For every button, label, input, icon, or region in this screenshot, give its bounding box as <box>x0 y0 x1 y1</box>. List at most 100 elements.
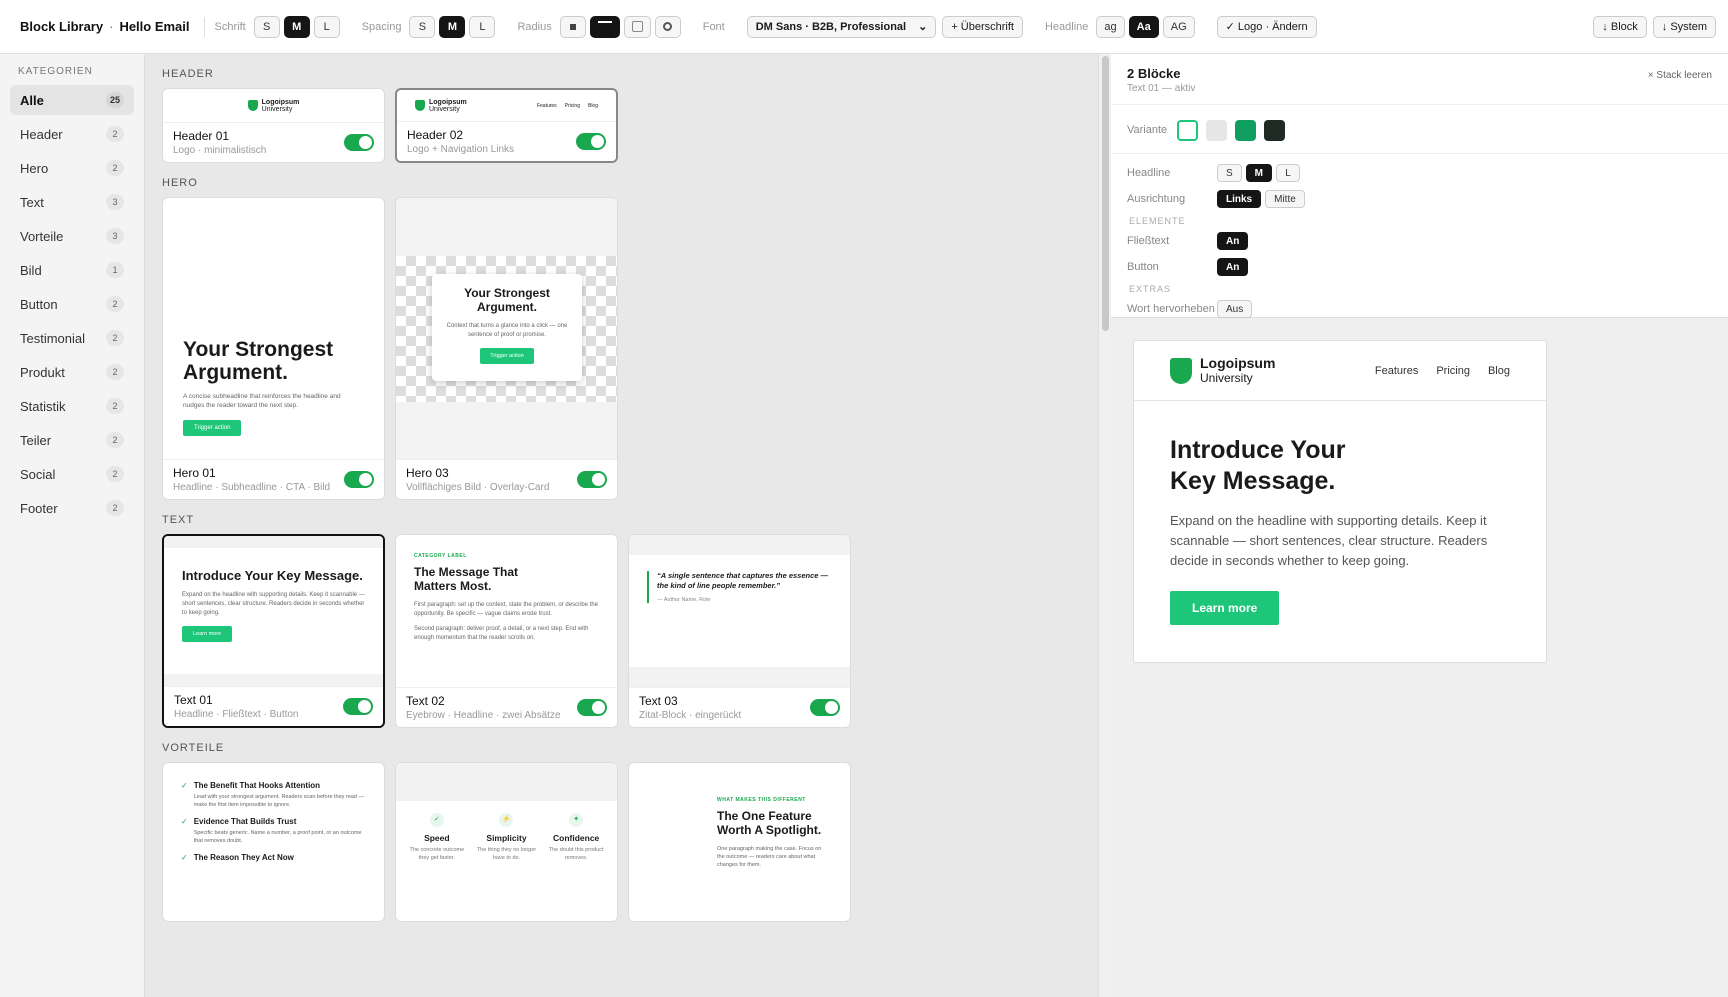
card-toggle[interactable] <box>343 698 373 715</box>
align-left-button[interactable]: Links <box>1217 190 1262 208</box>
font-select[interactable]: DM Sans · B2B, Professional ⌄ <box>746 15 937 38</box>
sparkle-icon: ✦ <box>569 813 584 827</box>
logo-change-button[interactable]: ✓ Logo · Ändern <box>1216 15 1317 38</box>
headline-m-button[interactable]: M <box>1245 164 1273 182</box>
active-block-label: Text 01 — aktiv <box>1127 83 1196 94</box>
card-toggle[interactable] <box>344 134 374 151</box>
variant-dark-swatch[interactable] <box>1264 119 1285 141</box>
sidebar-item-footer[interactable]: Footer 2 <box>10 493 134 523</box>
sidebar-item-header[interactable]: Header 2 <box>10 119 134 149</box>
sidebar-item-count: 2 <box>106 432 124 448</box>
headline-l-button[interactable]: L <box>1276 164 1301 182</box>
sidebar-item-bild[interactable]: Bild 1 <box>10 255 134 285</box>
schrift-m-button[interactable]: M <box>283 15 310 38</box>
schrift-l-button[interactable]: L <box>313 15 340 38</box>
body-text-toggle[interactable]: An <box>1217 232 1249 250</box>
headline-upper-button[interactable]: AG <box>1162 15 1195 38</box>
card-toggle[interactable] <box>344 471 374 488</box>
hero-headline: Your Strongest Argument. <box>464 286 550 314</box>
sidebar-item-label: Hero <box>20 160 49 176</box>
radius-none-icon[interactable] <box>589 15 620 38</box>
headline-lower-button[interactable]: ag <box>1096 15 1125 38</box>
variant-white-swatch[interactable] <box>1177 119 1198 141</box>
alignment-label: Ausrichtung <box>1127 193 1186 205</box>
card-toggle[interactable] <box>576 133 606 150</box>
nav-blog-link[interactable]: Blog <box>1488 365 1510 377</box>
block-card-hero-01[interactable]: Your Strongest Argument. A concise subhe… <box>162 197 385 500</box>
card-title: Header 02 <box>407 128 464 142</box>
sidebar-item-produkt[interactable]: Produkt 2 <box>10 357 134 387</box>
main-scrollbar[interactable] <box>1098 54 1111 997</box>
bolt-icon: ⚡ <box>499 813 514 827</box>
sidebar-item-vorteile[interactable]: Vorteile 3 <box>10 221 134 251</box>
add-heading-button[interactable]: + Überschrift <box>942 15 1023 38</box>
nav-pricing-link[interactable]: Pricing <box>1436 365 1470 377</box>
download-system-button[interactable]: ↓ System <box>1652 15 1716 38</box>
sidebar-item-social[interactable]: Social 2 <box>10 459 134 489</box>
sidebar-item-button[interactable]: Button 2 <box>10 289 134 319</box>
logo-icon <box>415 100 425 111</box>
feature-col: ⚡ Simplicity The thing they no longer have… <box>476 813 536 862</box>
block-card-header-02[interactable]: Logoipsum University Features Pricing Blog … <box>395 88 618 163</box>
radius-medium-icon[interactable] <box>623 15 651 38</box>
variant-swatches <box>1177 119 1285 141</box>
block-card-text-03[interactable]: “A single sentence that captures the ess… <box>628 534 851 728</box>
block-card-vorteile-01[interactable]: ✓ The Benefit That Hooks Attention Lead wi… <box>162 762 385 922</box>
headline-title-button[interactable]: Aa <box>1128 15 1159 38</box>
variant-green-swatch[interactable] <box>1235 119 1256 141</box>
block-card-hero-03[interactable]: Your Strongest Argument. Context that tu… <box>395 197 618 500</box>
schrift-s-button[interactable]: S <box>253 15 280 38</box>
highlight-word-toggle[interactable]: Aus <box>1217 300 1253 318</box>
card-toggle[interactable] <box>810 699 840 716</box>
spacing-m-button[interactable]: M <box>439 15 466 38</box>
quote-author: — Author Name, Role <box>657 597 711 603</box>
preview-cta-button[interactable]: Learn more <box>1170 591 1280 625</box>
block-card-text-02[interactable]: CATEGORY LABEL The Message That Matters … <box>395 534 618 728</box>
block-card-header-01[interactable]: Logoipsum University Header 01 Logo · mini… <box>162 88 385 163</box>
sidebar-item-alle[interactable]: Alle 25 <box>10 85 134 115</box>
overlay-card: Your Strongest Argument. Context that tu… <box>432 274 582 381</box>
card-toggle[interactable] <box>577 699 607 716</box>
text-headline: Introduce Your Key Message. <box>182 568 363 583</box>
clear-stack-button[interactable]: × Stack leeren <box>1648 70 1712 81</box>
body-text-label: Fließtext <box>1127 235 1170 247</box>
hero-cta-button: Trigger action <box>480 348 534 364</box>
sidebar-item-label: Alle <box>20 92 44 108</box>
card-preview: CATEGORY LABEL The Message That Matters … <box>396 535 617 687</box>
logo-icon <box>1170 357 1192 384</box>
nav-features-link[interactable]: Features <box>1375 365 1418 377</box>
block-card-vorteile-02[interactable]: ✓ Speed The concrete outcome they get fast… <box>395 762 618 922</box>
sidebar-item-teiler[interactable]: Teiler 2 <box>10 425 134 455</box>
elements-heading: ELEMENTE <box>1129 216 1186 226</box>
card-toggle[interactable] <box>577 471 607 488</box>
card-title: Text 02 <box>406 694 445 708</box>
sidebar-item-hero[interactable]: Hero 2 <box>10 153 134 183</box>
align-center-button[interactable]: Mitte <box>1265 190 1305 208</box>
block-grid: HEADER Logoipsum University Header 01 Logo… <box>146 54 1098 997</box>
card-subtitle: Zitat-Block · eingerückt <box>639 710 742 721</box>
sidebar-item-count: 2 <box>106 160 124 176</box>
radius-round-icon[interactable] <box>654 15 681 38</box>
spacing-label: Spacing <box>361 20 402 33</box>
block-card-text-01[interactable]: Introduce Your Key Message. Expand on th… <box>162 534 385 728</box>
sidebar-item-statistik[interactable]: Statistik 2 <box>10 391 134 421</box>
spacing-l-button[interactable]: L <box>469 15 496 38</box>
sidebar-item-count: 1 <box>106 262 124 278</box>
button-toggle[interactable]: An <box>1217 258 1249 276</box>
sidebar-item-testimonial[interactable]: Testimonial 2 <box>10 323 134 353</box>
radius-small-icon[interactable] <box>559 15 586 38</box>
block-card-vorteile-03[interactable]: WHAT MAKES THIS DIFFERENT The One Featur… <box>628 762 851 922</box>
headline-s-button[interactable]: S <box>1217 164 1242 182</box>
hero-cta-button: Trigger action <box>183 420 242 436</box>
variant-grey-swatch[interactable] <box>1206 119 1227 141</box>
scrollbar-thumb[interactable] <box>1102 56 1109 331</box>
check-icon: ✓ <box>181 817 188 826</box>
quote-text: “A single sentence that captures the ess… <box>657 571 829 590</box>
download-block-button[interactable]: ↓ Block <box>1593 15 1647 38</box>
feature-col: ✓ Speed The concrete outcome they get fast… <box>407 813 467 862</box>
section-vorteile-label: VORTEILE <box>162 742 225 754</box>
app-title: Block Library · Hello Email <box>20 19 190 34</box>
benefit-item: ✓ The Benefit That Hooks Attention Lead wi… <box>181 781 364 808</box>
spacing-s-button[interactable]: S <box>409 15 436 38</box>
sidebar-item-text[interactable]: Text 3 <box>10 187 134 217</box>
